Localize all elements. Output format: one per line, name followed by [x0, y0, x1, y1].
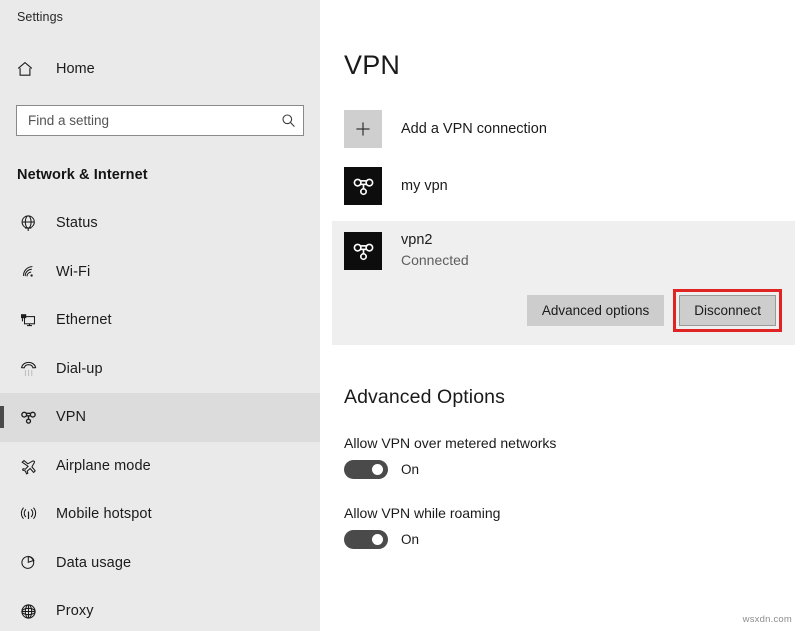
globe-icon [16, 214, 40, 233]
sidebar-item-wifi-label: Wi-Fi [56, 264, 90, 280]
toggle-allow-vpn-while-roaming[interactable] [344, 530, 388, 549]
toggle-allow-vpn-over-metered-networks[interactable] [344, 460, 388, 479]
vpn-knot-icon [344, 232, 382, 270]
sidebar-item-status-label: Status [56, 215, 98, 231]
sidebar-item-mobile-hotspot[interactable]: Mobile hotspot [0, 490, 320, 539]
option-row-metered: On [344, 460, 800, 479]
sidebar-item-airplane-mode-label: Airplane mode [56, 458, 151, 474]
sidebar-item-dialup-label: Dial-up [56, 361, 103, 377]
option-label-roaming: Allow VPN while roaming [344, 505, 800, 521]
sidebar: Settings Home Network & Internet [0, 0, 320, 631]
disconnect-button[interactable]: Disconnect [679, 295, 776, 326]
option-row-roaming: On [344, 530, 800, 549]
sidebar-item-ethernet[interactable]: Ethernet [0, 296, 320, 345]
sidebar-item-proxy-label: Proxy [56, 603, 94, 619]
vpn-knot-icon [344, 167, 382, 205]
page-title: VPN [320, 0, 800, 81]
home-icon [16, 60, 42, 78]
globe-icon [16, 602, 40, 621]
sidebar-item-home-label: Home [56, 61, 95, 77]
vpn-knot-icon [16, 408, 40, 427]
sidebar-item-mobile-hotspot-label: Mobile hotspot [56, 506, 152, 522]
sidebar-item-status[interactable]: Status [0, 199, 320, 248]
ethernet-icon [16, 311, 40, 330]
status-badge: Connected [401, 251, 469, 270]
vpn-connection-item[interactable]: my vpn [344, 167, 800, 205]
advanced-options-heading: Advanced Options [344, 386, 800, 409]
sidebar-item-dialup[interactable]: Dial-up [0, 345, 320, 394]
dialup-phone-icon [16, 359, 40, 378]
main-pane: VPN Add a VPN connection [320, 0, 800, 631]
toggle-knob [372, 534, 383, 545]
sidebar-item-vpn[interactable]: VPN [0, 393, 320, 442]
add-vpn-connection-label: Add a VPN connection [401, 121, 547, 137]
vpn-card-actions: Advanced options Disconnect [344, 289, 795, 332]
vpn-connection-name: my vpn [401, 178, 448, 194]
app-title: Settings [0, 0, 320, 24]
toggle-state-roaming: On [401, 532, 419, 547]
sidebar-item-proxy[interactable]: Proxy [0, 587, 320, 631]
plus-icon [344, 110, 382, 148]
advanced-options-button[interactable]: Advanced options [527, 295, 664, 326]
add-vpn-connection-button[interactable]: Add a VPN connection [344, 110, 800, 148]
sidebar-section-title: Network & Internet [0, 167, 320, 183]
search-box[interactable] [16, 105, 304, 136]
sidebar-item-home[interactable]: Home [0, 52, 320, 86]
sidebar-item-airplane-mode[interactable]: Airplane mode [0, 442, 320, 491]
toggle-state-metered: On [401, 462, 419, 477]
vpn-connection-card-header: vpn2 Connected [344, 232, 795, 270]
toggle-knob [372, 464, 383, 475]
sidebar-item-vpn-label: VPN [56, 409, 86, 425]
vpn-connection-card-selected[interactable]: vpn2 Connected Advanced options Disconne… [332, 221, 795, 345]
disconnect-button-highlight: Disconnect [673, 289, 782, 332]
sidebar-nav: Status Wi-Fi [0, 199, 320, 631]
vpn-connection-name: vpn2 [401, 232, 469, 249]
sidebar-item-data-usage[interactable]: Data usage [0, 539, 320, 588]
watermark: wsxdn.com [743, 614, 792, 625]
search-input[interactable] [28, 113, 279, 128]
pie-chart-icon [16, 553, 40, 572]
sidebar-item-ethernet-label: Ethernet [56, 312, 112, 328]
vpn-connection-text: vpn2 Connected [401, 232, 469, 270]
sidebar-item-wifi[interactable]: Wi-Fi [0, 248, 320, 297]
search-icon[interactable] [279, 113, 297, 128]
airplane-icon [16, 456, 40, 475]
option-label-metered: Allow VPN over metered networks [344, 435, 800, 451]
wifi-icon [16, 262, 40, 281]
sidebar-item-data-usage-label: Data usage [56, 555, 131, 571]
hotspot-icon [16, 505, 40, 524]
settings-window: Settings Home Network & Internet [0, 0, 800, 631]
